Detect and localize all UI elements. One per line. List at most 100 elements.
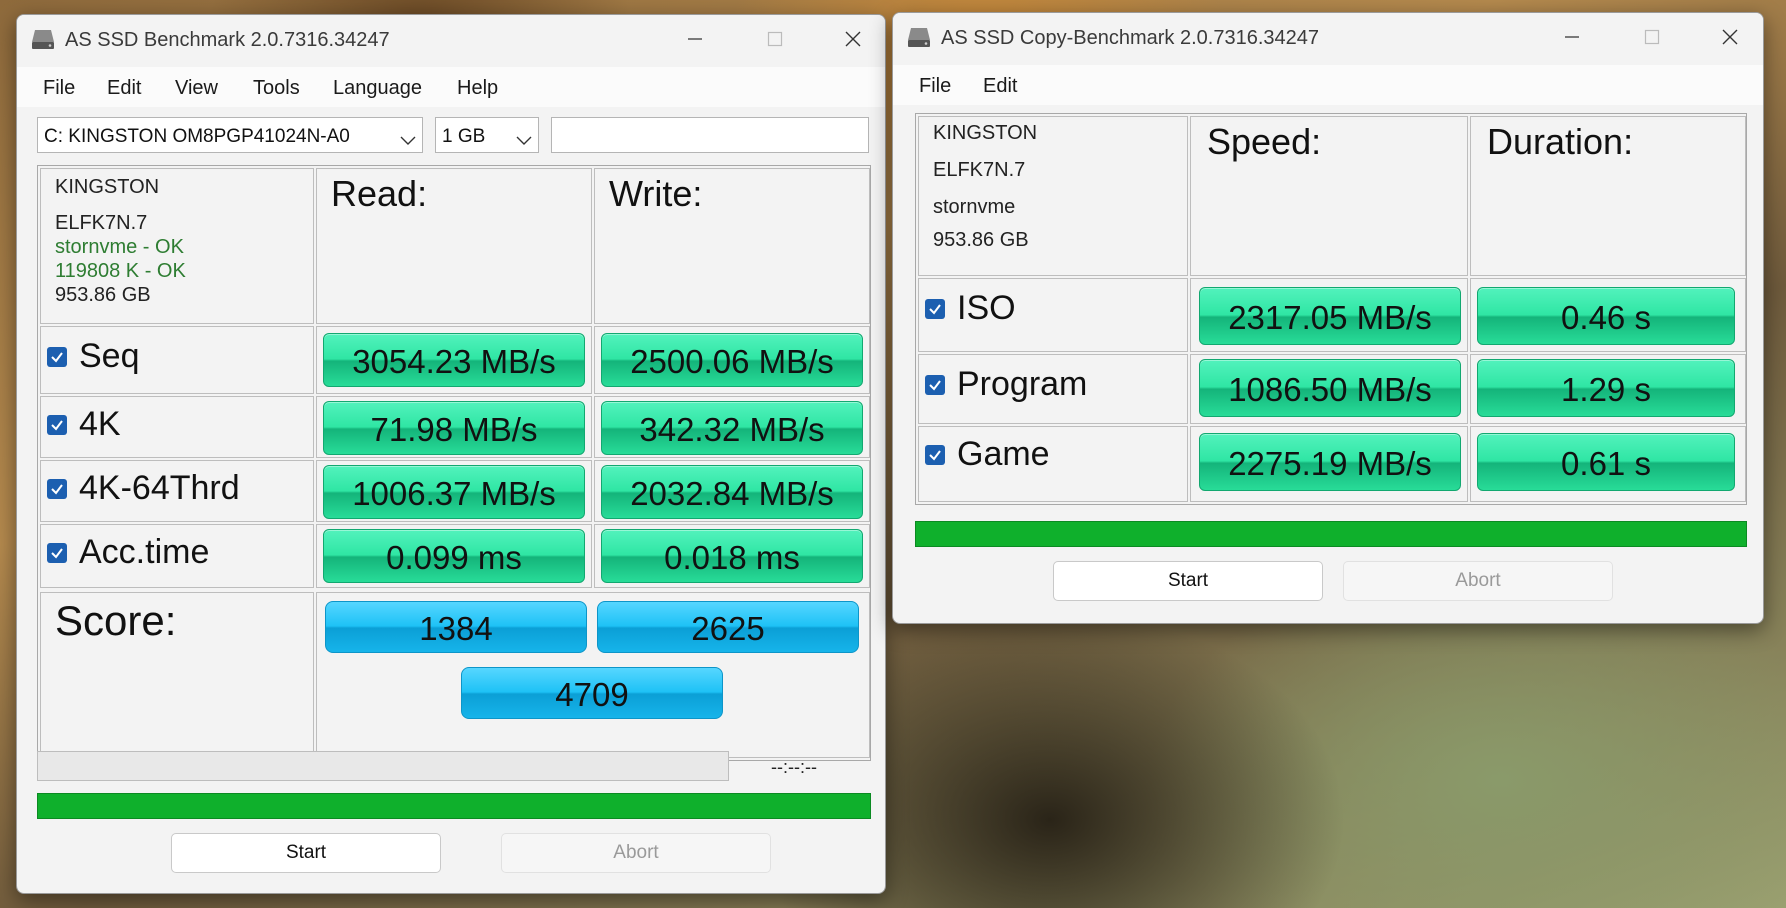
maximize-icon[interactable] xyxy=(1627,19,1677,53)
row-label-cell: 4K-64Thrd xyxy=(40,460,314,522)
start-button[interactable]: Start xyxy=(171,833,441,873)
maximize-icon[interactable] xyxy=(750,21,800,55)
checkmark-icon xyxy=(929,450,941,461)
row-label-cell: Seq xyxy=(40,326,314,394)
menu-help[interactable]: Help xyxy=(457,77,498,100)
seq-label: Seq xyxy=(79,337,140,375)
minimize-icon[interactable] xyxy=(1547,19,1597,53)
acctime-write-value: 0.018 ms xyxy=(601,529,863,583)
drive-info: KINGSTON ELFK7N.7 stornvme - OK 119808 K… xyxy=(55,175,186,307)
acctime-write-cell: 0.018 ms xyxy=(594,524,870,588)
drive-icon xyxy=(907,26,931,48)
seq-write-value: 2500.06 MB/s xyxy=(601,333,863,387)
start-button[interactable]: Start xyxy=(1053,561,1323,601)
iso-label: ISO xyxy=(957,289,1016,327)
speed-header-cell: Speed: xyxy=(1190,116,1468,276)
title-bar[interactable]: AS SSD Benchmark 2.0.7316.34247 xyxy=(17,15,885,65)
seq-checkbox[interactable] xyxy=(47,347,67,367)
game-checkbox[interactable] xyxy=(925,445,945,465)
write-header: Write: xyxy=(609,173,703,214)
drive-info: KINGSTON ELFK7N.7 stornvme 953.86 GB xyxy=(933,123,1037,251)
as-ssd-copy-benchmark-window: AS SSD Copy-Benchmark 2.0.7316.34247 Fil… xyxy=(892,12,1764,624)
program-duration-cell: 1.29 s xyxy=(1470,354,1746,424)
iso-duration-cell: 0.46 s xyxy=(1470,278,1746,352)
read-header-cell: Read: xyxy=(316,168,592,324)
4k-label: 4K xyxy=(79,405,121,443)
program-duration-value: 1.29 s xyxy=(1477,359,1735,417)
4k-read-cell: 71.98 MB/s xyxy=(316,396,592,458)
drive-info-cell: KINGSTON ELFK7N.7 stornvme - OK 119808 K… xyxy=(40,168,314,324)
4k-checkbox[interactable] xyxy=(47,415,67,435)
duration-header-cell: Duration: xyxy=(1470,116,1746,276)
speed-header: Speed: xyxy=(1207,121,1322,162)
minimize-icon[interactable] xyxy=(670,21,720,55)
program-checkbox[interactable] xyxy=(925,375,945,395)
game-label: Game xyxy=(957,435,1050,473)
drive-firmware: ELFK7N.7 xyxy=(933,159,1026,181)
row-label-cell: ISO xyxy=(918,278,1188,352)
checkmark-icon xyxy=(51,484,63,495)
acctime-read-cell: 0.099 ms xyxy=(316,524,592,588)
menu-language[interactable]: Language xyxy=(333,77,422,100)
row-label-cell: Acc.time xyxy=(40,524,314,588)
elapsed-time: --:--:-- xyxy=(771,757,817,777)
drive-model: KINGSTON xyxy=(55,176,160,198)
menu-file[interactable]: File xyxy=(43,77,75,100)
checkmark-icon xyxy=(51,352,63,363)
driver-name: stornvme xyxy=(933,196,1016,218)
iso-checkbox[interactable] xyxy=(925,299,945,319)
4k64-label: 4K-64Thrd xyxy=(79,469,240,507)
4k-write-value: 342.32 MB/s xyxy=(601,401,863,455)
menu-tools[interactable]: Tools xyxy=(253,77,300,100)
checkmark-icon xyxy=(929,380,941,391)
drive-select[interactable]: C: KINGSTON OM8PGP41024N-A0 xyxy=(37,117,423,153)
4k64-read-cell: 1006.37 MB/s xyxy=(316,460,592,522)
read-header: Read: xyxy=(331,173,428,214)
row-label-cell: 4K xyxy=(40,396,314,458)
iso-duration-value: 0.46 s xyxy=(1477,287,1735,345)
test-progress-bar xyxy=(37,751,729,781)
drive-model: KINGSTON xyxy=(933,122,1038,144)
results-grid: KINGSTON ELFK7N.7 stornvme - OK 119808 K… xyxy=(37,165,871,761)
alignment-status: 119808 K - OK xyxy=(55,260,186,282)
4k-write-cell: 342.32 MB/s xyxy=(594,396,870,458)
blank-field[interactable] xyxy=(551,117,869,153)
menu-edit[interactable]: Edit xyxy=(107,77,141,100)
menu-bar: File Edit xyxy=(893,65,1763,105)
4k64-checkbox[interactable] xyxy=(47,479,67,499)
menu-edit[interactable]: Edit xyxy=(983,75,1017,98)
window-title: AS SSD Copy-Benchmark 2.0.7316.34247 xyxy=(941,27,1319,49)
4k64-write-cell: 2032.84 MB/s xyxy=(594,460,870,522)
game-duration-value: 0.61 s xyxy=(1477,433,1735,491)
drive-info-cell: KINGSTON ELFK7N.7 stornvme 953.86 GB xyxy=(918,116,1188,276)
acctime-read-value: 0.099 ms xyxy=(323,529,585,583)
row-label-cell: Program xyxy=(918,354,1188,424)
size-select[interactable]: 1 GB xyxy=(435,117,539,153)
seq-write-cell: 2500.06 MB/s xyxy=(594,326,870,394)
acctime-checkbox[interactable] xyxy=(47,543,67,563)
4k64-write-value: 2032.84 MB/s xyxy=(601,465,863,519)
close-icon[interactable] xyxy=(828,21,878,55)
copy-results-grid: KINGSTON ELFK7N.7 stornvme 953.86 GB Spe… xyxy=(915,113,1747,505)
score-total: 4709 xyxy=(461,667,723,719)
duration-header: Duration: xyxy=(1487,121,1634,162)
copy-progress-bar xyxy=(915,521,1747,547)
abort-button[interactable]: Abort xyxy=(501,833,771,873)
score-values-cell: 1384 2625 4709 xyxy=(316,592,870,758)
chevron-down-icon xyxy=(400,130,416,152)
window-title: AS SSD Benchmark 2.0.7316.34247 xyxy=(65,29,390,51)
seq-read-cell: 3054.23 MB/s xyxy=(316,326,592,394)
program-speed-cell: 1086.50 MB/s xyxy=(1190,354,1468,424)
menu-file[interactable]: File xyxy=(919,75,951,98)
program-speed-value: 1086.50 MB/s xyxy=(1199,359,1461,417)
title-bar[interactable]: AS SSD Copy-Benchmark 2.0.7316.34247 xyxy=(893,13,1763,63)
score-label: Score: xyxy=(55,597,177,644)
seq-read-value: 3054.23 MB/s xyxy=(323,333,585,387)
close-icon[interactable] xyxy=(1705,19,1755,53)
checkmark-icon xyxy=(51,548,63,559)
menu-view[interactable]: View xyxy=(175,77,218,100)
overall-progress-bar xyxy=(37,793,871,819)
iso-speed-cell: 2317.05 MB/s xyxy=(1190,278,1468,352)
write-header-cell: Write: xyxy=(594,168,870,324)
abort-button[interactable]: Abort xyxy=(1343,561,1613,601)
